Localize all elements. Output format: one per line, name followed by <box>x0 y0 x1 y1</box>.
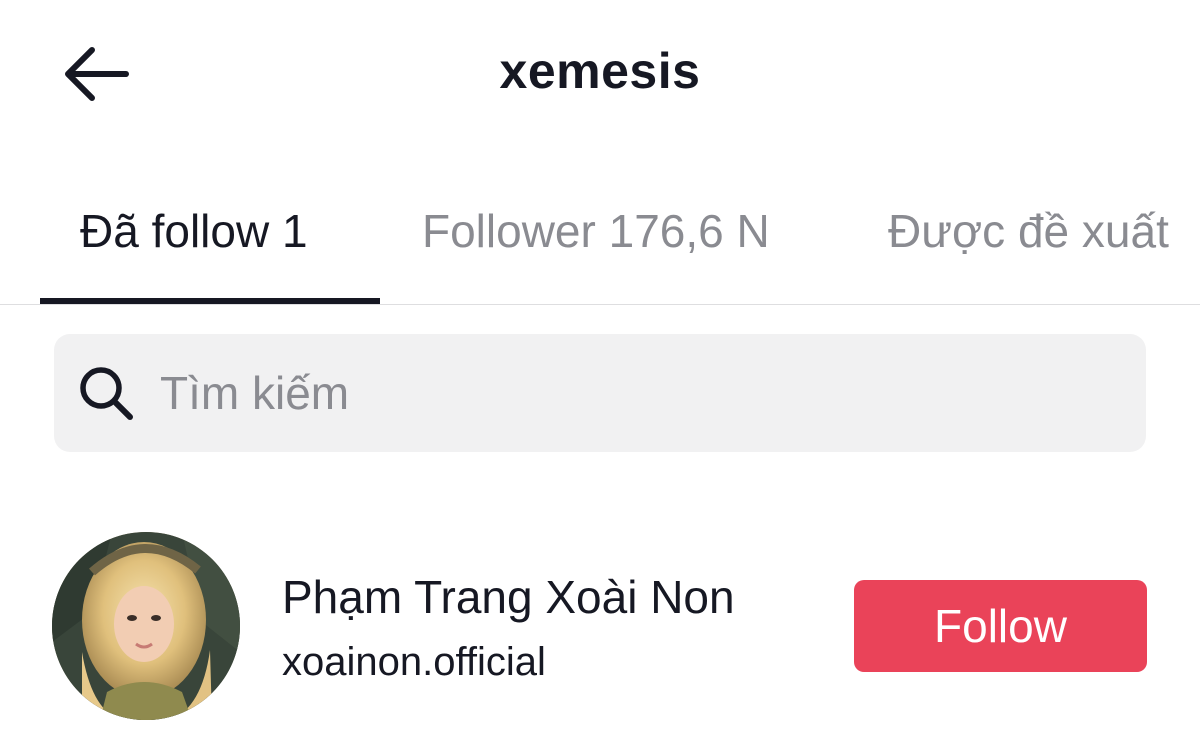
search-bar[interactable] <box>54 334 1146 452</box>
user-handle: xoainon.official <box>282 640 546 684</box>
search-icon <box>76 363 136 423</box>
search-input[interactable] <box>160 358 1060 428</box>
tab-following[interactable]: Đã follow 1 <box>80 204 308 258</box>
tab-suggested[interactable]: Được đề xuất <box>888 204 1169 258</box>
tab-bar: Đã follow 1 Follower 176,6 N Được đề xuấ… <box>0 180 1200 304</box>
page-title: xemesis <box>499 43 701 99</box>
tab-followers[interactable]: Follower 176,6 N <box>422 204 770 258</box>
top-bar: xemesis <box>0 0 1200 150</box>
avatar[interactable] <box>52 532 240 720</box>
list-item[interactable]: Phạm Trang Xoài Non xoainon.official Fol… <box>0 520 1200 732</box>
tabs-divider <box>0 304 1200 305</box>
follow-button[interactable]: Follow <box>854 580 1147 672</box>
user-display-name: Phạm Trang Xoài Non <box>282 571 735 623</box>
